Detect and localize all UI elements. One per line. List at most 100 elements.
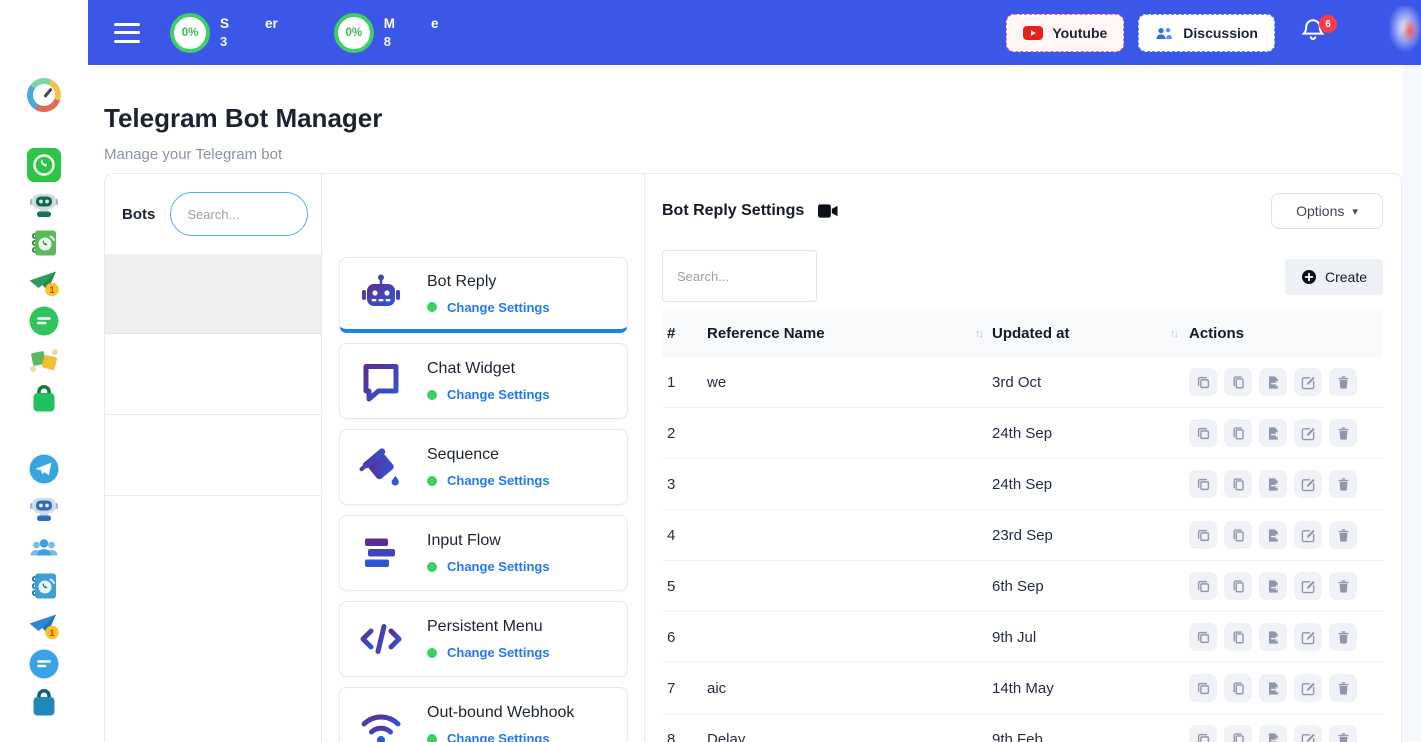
clone-icon	[1196, 528, 1211, 543]
card-persistent-menu[interactable]: Persistent Menu Change Settings	[339, 601, 628, 677]
telegram-contacts-icon	[27, 569, 61, 603]
export-icon	[1266, 375, 1281, 390]
chat-widget-bubble-icon	[357, 357, 405, 405]
change-settings-link[interactable]: Change Settings	[447, 645, 550, 660]
row-number: 3	[662, 476, 707, 493]
topbar: 0% Ser 3 0% Me 8 Youtube Disc	[88, 0, 1421, 65]
whatsapp-bot-icon[interactable]	[27, 187, 61, 221]
edit-button[interactable]	[1294, 419, 1322, 447]
telegram-store-icon[interactable]	[27, 686, 61, 720]
copy-button[interactable]	[1224, 521, 1252, 549]
copy-button[interactable]	[1224, 470, 1252, 498]
updated-at: 24th Sep	[992, 476, 1187, 493]
telegram-chat-icon[interactable]	[27, 647, 61, 681]
dashboard-gauge-icon[interactable]	[27, 78, 61, 112]
delete-button[interactable]	[1329, 368, 1357, 396]
copy-button[interactable]	[1224, 572, 1252, 600]
edit-button[interactable]	[1294, 521, 1322, 549]
telegram-icon[interactable]	[27, 452, 61, 486]
bot-list-item[interactable]	[105, 255, 321, 334]
telegram-broadcast-icon[interactable]: 1	[27, 608, 61, 642]
sort-icon[interactable]: ↑↓	[1170, 328, 1177, 340]
column-header-reference-name[interactable]: Reference Name ↑↓	[707, 325, 992, 342]
export-button[interactable]	[1259, 674, 1287, 702]
clone-button[interactable]	[1189, 572, 1217, 600]
clone-button[interactable]	[1189, 470, 1217, 498]
export-button[interactable]	[1259, 572, 1287, 600]
export-button[interactable]	[1259, 368, 1287, 396]
notifications-button[interactable]: 6	[1301, 17, 1325, 48]
delete-button[interactable]	[1329, 674, 1357, 702]
row-number: 5	[662, 578, 707, 595]
whatsapp-contacts-icon[interactable]	[27, 226, 61, 260]
edit-button[interactable]	[1294, 572, 1322, 600]
telegram-bot-icon[interactable]	[27, 491, 61, 525]
clone-button[interactable]	[1189, 368, 1217, 396]
edit-button[interactable]	[1294, 470, 1322, 498]
card-outbound-webhook[interactable]: Out-bound Webhook Change Settings	[339, 687, 628, 742]
whatsapp-store-icon	[27, 382, 61, 416]
export-button[interactable]	[1259, 521, 1287, 549]
export-button[interactable]	[1259, 725, 1287, 742]
edit-button[interactable]	[1294, 674, 1322, 702]
bot-list-item[interactable]	[105, 415, 321, 496]
telegram-contacts-icon[interactable]	[27, 569, 61, 603]
options-dropdown-button[interactable]: Options ▾	[1271, 193, 1383, 229]
video-camera-icon[interactable]	[818, 204, 838, 218]
topbar-stats: 0% Ser 3 0% Me 8	[170, 13, 439, 53]
card-input-flow[interactable]: Input Flow Change Settings	[339, 515, 628, 591]
card-chat-widget[interactable]: Chat Widget Change Settings	[339, 343, 628, 419]
whatsapp-broadcast-icon[interactable]: 1	[27, 265, 61, 299]
trash-icon	[1336, 426, 1351, 441]
whatsapp-icon[interactable]	[27, 148, 61, 182]
clone-button[interactable]	[1189, 521, 1217, 549]
export-button[interactable]	[1259, 470, 1287, 498]
change-settings-link[interactable]: Change Settings	[447, 300, 550, 315]
clone-button[interactable]	[1189, 419, 1217, 447]
delete-button[interactable]	[1329, 470, 1357, 498]
whatsapp-store-icon[interactable]	[27, 382, 61, 416]
export-icon	[1266, 681, 1281, 696]
whatsapp-chat-icon[interactable]	[27, 304, 61, 338]
bot-list-item[interactable]	[105, 334, 321, 415]
delete-button[interactable]	[1329, 725, 1357, 742]
clone-button[interactable]	[1189, 725, 1217, 742]
edit-button[interactable]	[1294, 623, 1322, 651]
delete-button[interactable]	[1329, 521, 1357, 549]
create-button[interactable]: Create	[1285, 259, 1383, 295]
column-header-updated-at[interactable]: Updated at ↑↓	[992, 325, 1187, 342]
copy-button[interactable]	[1224, 419, 1252, 447]
card-bot-reply[interactable]: Bot Reply Change Settings	[339, 257, 628, 333]
bots-search-input[interactable]	[170, 192, 308, 236]
telegram-group-icon[interactable]	[27, 530, 61, 564]
row-actions	[1187, 674, 1383, 702]
edit-button[interactable]	[1294, 725, 1322, 742]
status-dot	[427, 562, 437, 572]
change-settings-link[interactable]: Change Settings	[447, 473, 550, 488]
export-button[interactable]	[1259, 623, 1287, 651]
sort-icon[interactable]: ↑↓	[975, 328, 982, 340]
hamburger-menu-icon[interactable]	[114, 23, 140, 43]
clone-button[interactable]	[1189, 623, 1217, 651]
discussion-button[interactable]: Discussion	[1138, 14, 1275, 52]
copy-button[interactable]	[1224, 674, 1252, 702]
card-title: Bot Reply	[427, 273, 550, 291]
delete-button[interactable]	[1329, 419, 1357, 447]
table-row: 8 Delay 9th Feb	[662, 714, 1383, 742]
copy-button[interactable]	[1224, 623, 1252, 651]
edit-button[interactable]	[1294, 368, 1322, 396]
delete-button[interactable]	[1329, 572, 1357, 600]
card-sequence[interactable]: Sequence Change Settings	[339, 429, 628, 505]
change-settings-link[interactable]: Change Settings	[447, 387, 550, 402]
message-stat: 0% Me 8	[334, 13, 439, 53]
bot-reply-search-input[interactable]	[662, 250, 817, 302]
delete-button[interactable]	[1329, 623, 1357, 651]
change-settings-link[interactable]: Change Settings	[447, 731, 550, 742]
copy-button[interactable]	[1224, 725, 1252, 742]
clone-button[interactable]	[1189, 674, 1217, 702]
integration-puzzle-icon[interactable]	[27, 343, 61, 377]
youtube-button[interactable]: Youtube	[1006, 14, 1124, 52]
copy-button[interactable]	[1224, 368, 1252, 396]
change-settings-link[interactable]: Change Settings	[447, 559, 550, 574]
export-button[interactable]	[1259, 419, 1287, 447]
